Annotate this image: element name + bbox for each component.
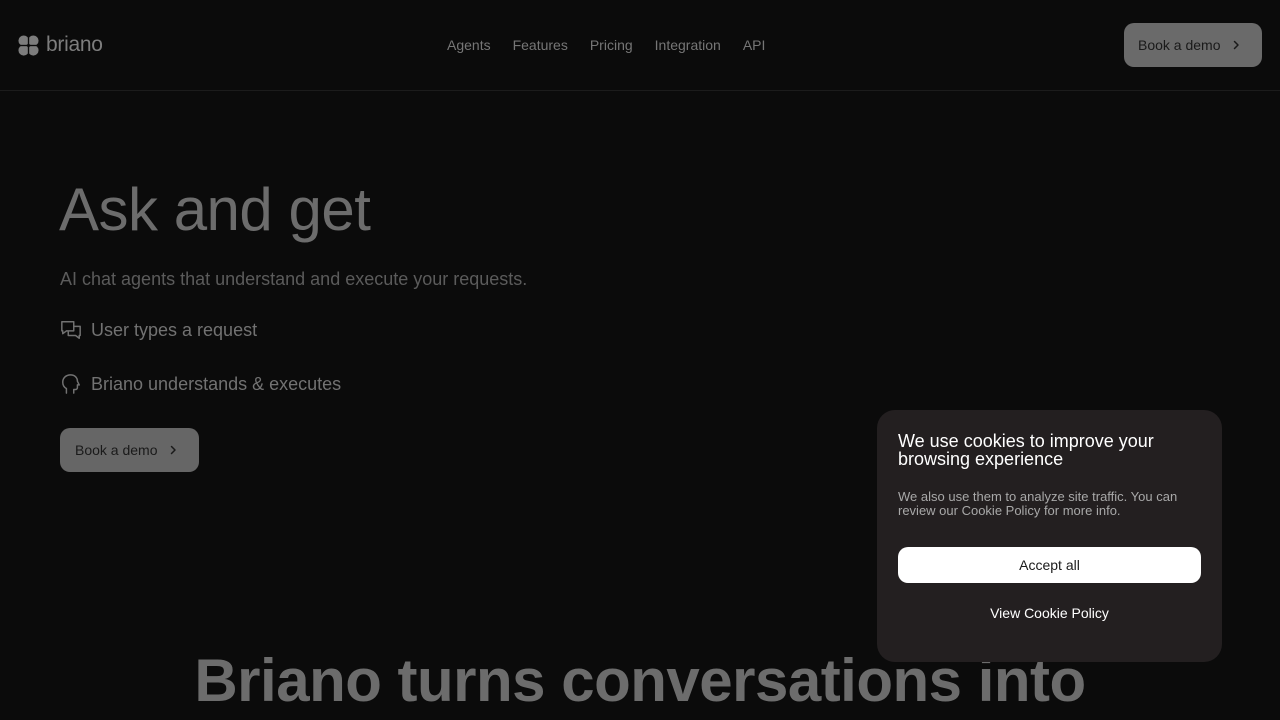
header-book-demo-button[interactable]: Book a demo	[1124, 23, 1262, 67]
site-header: briano Agents Features Pricing Integrati…	[0, 0, 1280, 91]
hero-subtitle: AI chat agents that understand and execu…	[60, 269, 528, 289]
nav-link-integration[interactable]: Integration	[655, 36, 721, 54]
header-book-demo-label: Book a demo	[1138, 37, 1221, 53]
chevron-right-icon	[170, 445, 176, 455]
briano-logo-icon	[17, 33, 40, 57]
hero-book-demo-button[interactable]: Book a demo	[60, 428, 199, 472]
nav-link-pricing[interactable]: Pricing	[590, 36, 633, 54]
chevron-right-icon	[1233, 40, 1239, 50]
nav-link-features[interactable]: Features	[513, 36, 568, 54]
feature-item: User types a request	[60, 319, 257, 341]
chat-bubbles-icon	[61, 321, 81, 339]
cookie-text: We also use them to analyze site traffic…	[898, 489, 1178, 518]
head-icon	[62, 374, 80, 394]
view-cookie-policy-link[interactable]: View Cookie Policy	[877, 604, 1222, 622]
feature-label: User types a request	[91, 319, 258, 340]
accept-all-button[interactable]: Accept all	[898, 547, 1201, 583]
feature-item: Briano understands & executes	[60, 373, 341, 395]
cookie-title: We use cookies to improve your browsing …	[898, 431, 1154, 469]
nav-link-api[interactable]: API	[743, 36, 766, 54]
logo-text: briano	[46, 33, 103, 56]
feature-label: Briano understands & executes	[91, 373, 342, 394]
page: briano Agents Features Pricing Integrati…	[0, 0, 1280, 720]
hero-book-demo-label: Book a demo	[75, 442, 158, 458]
cookie-banner: We use cookies to improve your browsing …	[877, 410, 1222, 662]
logo[interactable]: briano	[17, 33, 103, 57]
main-nav: Agents Features Pricing Integration API	[447, 36, 787, 54]
hero-title: Ask and get	[59, 176, 371, 243]
nav-link-agents[interactable]: Agents	[447, 36, 491, 54]
